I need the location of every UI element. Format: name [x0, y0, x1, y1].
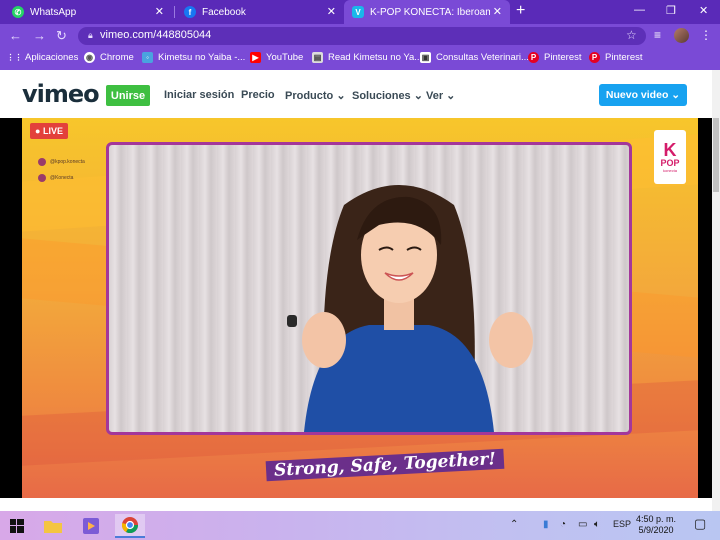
bookmark-label: YouTube — [266, 52, 304, 63]
bookmark-label: Kimetsu no Yaiba -... — [158, 52, 246, 63]
volume-icon[interactable]: 🔈︎ — [594, 519, 600, 530]
bookmark-apps[interactable]: ⋮⋮ Aplicaciones — [6, 52, 79, 63]
instagram-icon — [38, 158, 46, 166]
vimeo-icon: V — [352, 6, 364, 18]
windows-start-icon[interactable] — [4, 514, 30, 538]
wifi-icon[interactable]: ◔ — [560, 519, 566, 530]
lock-icon[interactable]: 🔒︎ — [88, 30, 93, 41]
bookmark-label: Consultas Veterinari... — [436, 52, 529, 63]
new-video-button[interactable]: Nuevo video ⌄ — [599, 84, 687, 106]
language-indicator[interactable]: ESP — [613, 519, 631, 529]
bookmark-pinterest-2[interactable]: P Pinterest — [589, 52, 643, 63]
minimize-icon[interactable]: — — [634, 4, 645, 16]
bookmark-label: Pinterest — [544, 52, 582, 63]
media-player-icon[interactable] — [78, 514, 104, 538]
notifications-icon[interactable]: ▢ — [694, 516, 706, 532]
tab-facebook[interactable]: f Facebook ✕ — [176, 0, 344, 24]
bookmark-youtube[interactable]: ▶ YouTube — [250, 52, 303, 63]
vimeo-logo[interactable]: vimeo — [22, 80, 100, 108]
battery-icon[interactable]: ▭ — [578, 519, 587, 530]
pinterest-icon: P — [528, 52, 539, 63]
playlist-icon[interactable]: ≡ — [654, 28, 661, 42]
windows-taskbar — [0, 511, 720, 540]
apps-grid-icon: ⋮⋮ — [6, 53, 23, 62]
forward-arrow-icon[interactable]: → — [33, 28, 46, 43]
tab-vimeo-active[interactable]: V K-POP KONECTA: Iberoamér ✕ — [344, 0, 510, 24]
tab-title: WhatsApp — [30, 6, 77, 18]
bookmark-label: Chrome — [100, 52, 134, 63]
clock[interactable]: 4:50 p. m. 5/9/2020 — [636, 514, 676, 536]
new-tab-button[interactable]: + — [516, 2, 525, 20]
site-icon: ▣ — [420, 52, 431, 63]
bookmark-read-kimetsu[interactable]: ▤ Read Kimetsu no Ya... — [312, 52, 422, 63]
bookmark-chrome[interactable]: ◉ Chrome — [84, 52, 134, 63]
reload-icon[interactable]: ↻ — [56, 28, 67, 44]
nav-login[interactable]: Iniciar sesión — [164, 89, 234, 101]
bookmark-label: Read Kimetsu no Ya... — [328, 52, 423, 63]
social-handle: @Konecta — [38, 174, 73, 182]
close-icon[interactable]: ✕ — [155, 5, 164, 18]
nav-solutions[interactable]: Soluciones ⌄ — [352, 89, 423, 102]
maximize-icon[interactable]: ❐ — [666, 4, 676, 17]
tab-title: K-POP KONECTA: Iberoamér — [370, 6, 490, 18]
nav-pricing[interactable]: Precio — [241, 89, 275, 101]
presenter-image — [287, 185, 533, 432]
bookmark-label: Aplicaciones — [25, 52, 79, 63]
bookmark-label: Pinterest — [605, 52, 643, 63]
nav-watch[interactable]: Ver ⌄ — [426, 89, 455, 102]
site-icon: ◦ — [142, 52, 153, 63]
bookmark-pinterest[interactable]: P Pinterest — [528, 52, 582, 63]
kpop-konecta-logo: K POP konecta — [654, 130, 686, 184]
scrollbar-thumb[interactable] — [713, 118, 719, 192]
tab-whatsapp[interactable]: ✆ WhatsApp ✕ — [4, 0, 172, 24]
back-arrow-icon[interactable]: ← — [9, 28, 22, 43]
tab-divider — [174, 6, 175, 18]
clock-date: 5/9/2020 — [638, 525, 674, 535]
join-button[interactable]: Unirse — [106, 85, 150, 106]
close-icon[interactable]: ✕ — [327, 5, 336, 18]
facebook-icon — [38, 174, 46, 182]
file-explorer-icon[interactable] — [40, 514, 66, 538]
profile-avatar[interactable] — [674, 28, 689, 43]
bookmark-star-icon[interactable]: ☆ — [626, 28, 637, 42]
menu-kebab-icon[interactable]: ⋮ — [700, 28, 712, 42]
bookmark-veterinaria[interactable]: ▣ Consultas Veterinari... — [420, 52, 529, 63]
pinterest-icon: P — [589, 52, 600, 63]
chrome-icon: ◉ — [84, 52, 95, 63]
tab-title: Facebook — [202, 6, 246, 18]
close-window-icon[interactable]: ✕ — [699, 4, 708, 17]
network-icon[interactable]: ▮ — [543, 519, 549, 530]
bookmark-kimetsu[interactable]: ◦ Kimetsu no Yaiba -... — [142, 52, 245, 63]
webcam-feed — [106, 142, 632, 435]
close-icon[interactable]: ✕ — [493, 5, 502, 18]
clock-time: 4:50 p. m. — [636, 514, 677, 524]
youtube-icon: ▶ — [250, 52, 261, 63]
chevron-up-icon[interactable]: ⌃ — [510, 519, 518, 530]
live-badge: ● LIVE — [30, 123, 68, 139]
chrome-taskbar-icon[interactable] — [115, 514, 145, 538]
site-icon: ▤ — [312, 52, 323, 63]
social-handle: @kpop.konecta — [38, 158, 85, 166]
url-text[interactable]: vimeo.com/448805044 — [100, 29, 211, 41]
facebook-icon: f — [184, 6, 196, 18]
nav-product[interactable]: Producto ⌄ — [285, 89, 346, 102]
whatsapp-icon: ✆ — [12, 6, 24, 18]
